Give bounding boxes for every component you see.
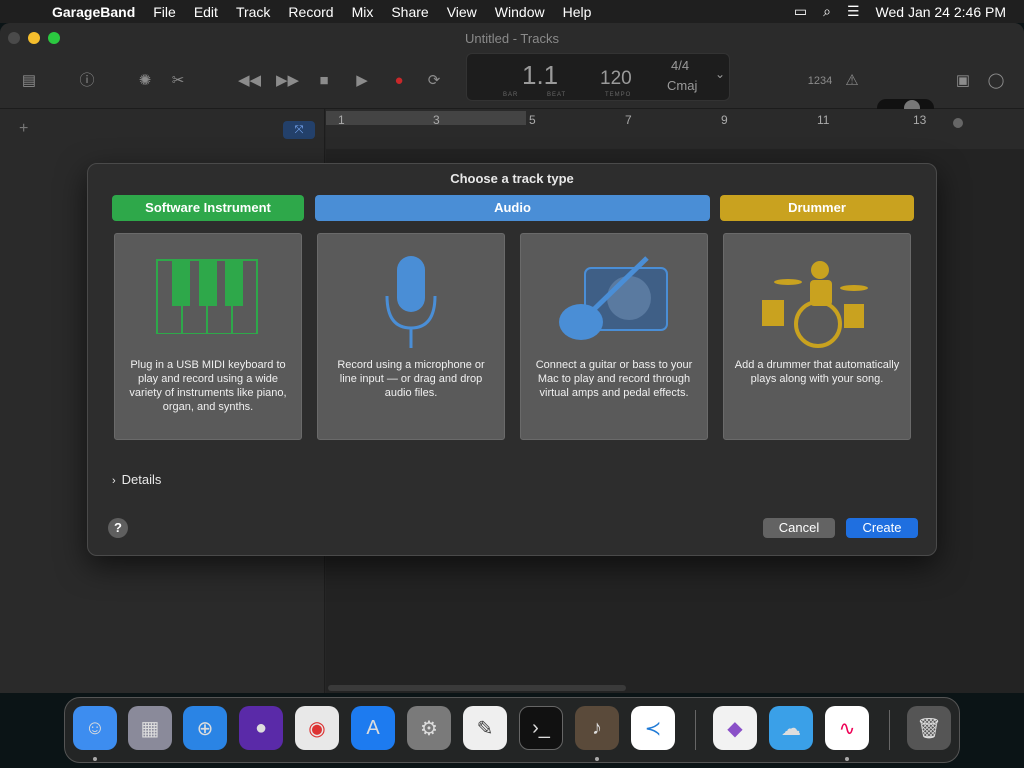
- catch-playhead-icon[interactable]: ⤧: [283, 121, 315, 139]
- smart-controls-icon[interactable]: ✺: [135, 71, 155, 91]
- audio-tab[interactable]: Audio: [315, 195, 710, 221]
- menu-edit[interactable]: Edit: [185, 4, 227, 20]
- menu-help[interactable]: Help: [554, 4, 601, 20]
- finder-icon[interactable]: ☺: [73, 706, 117, 750]
- add-track-icon[interactable]: +: [19, 120, 28, 138]
- timeline-ruler[interactable]: 1 3 5 7 9 11 13: [326, 109, 1024, 149]
- lcd-beat-label: BEAT: [547, 92, 567, 98]
- ruler-mark: 9: [721, 113, 728, 127]
- metronome-icon[interactable]: ⚠: [842, 71, 862, 91]
- safari-icon[interactable]: ⊕: [183, 706, 227, 750]
- chevron-right-icon: ›: [112, 475, 116, 487]
- card-description: Add a drummer that automatically plays a…: [734, 359, 900, 385]
- card-description: Record using a microphone or line input …: [337, 359, 485, 399]
- vscode-icon[interactable]: ≺: [631, 706, 675, 750]
- menu-track[interactable]: Track: [227, 4, 279, 20]
- lcd-display[interactable]: 1.1 BAR BEAT 120 TEMPO 4/4 Cmaj ⌄: [466, 53, 730, 101]
- menu-clock[interactable]: Wed Jan 24 2:46 PM: [876, 4, 1006, 20]
- dialog-title: Choose a track type: [450, 171, 574, 186]
- title-bar: Untitled - Tracks: [0, 23, 1024, 53]
- notepad-icon[interactable]: ▣: [953, 71, 973, 91]
- lcd-chevron-icon[interactable]: ⌄: [715, 67, 725, 81]
- trash-icon[interactable]: 🗑: [907, 706, 951, 750]
- dock-divider: [695, 710, 696, 750]
- software-instrument-card[interactable]: Plug in a USB MIDI keyboard to play and …: [114, 233, 302, 440]
- drummer-icon: [762, 261, 868, 348]
- menu-mix[interactable]: Mix: [343, 4, 383, 20]
- details-disclosure[interactable]: › Details: [112, 472, 161, 487]
- toolbar: ▤ ⓘ ✺ ✂ ◀◀ ▶▶ ■ ▶ ● ⟳ 1.1 BAR BEAT 120 T…: [0, 53, 1024, 117]
- quick-help-icon[interactable]: ⓘ: [77, 71, 97, 91]
- menu-record[interactable]: Record: [279, 4, 342, 20]
- guitar-card[interactable]: Connect a guitar or bass to your Mac to …: [520, 233, 708, 440]
- zoom-slider[interactable]: [953, 118, 963, 128]
- card-description: Connect a guitar or bass to your Mac to …: [535, 359, 693, 399]
- play-icon[interactable]: ▶: [352, 71, 372, 91]
- editors-icon[interactable]: ✂: [168, 71, 188, 91]
- microphone-card[interactable]: Record using a microphone or line input …: [317, 233, 505, 440]
- menu-bar: GarageBand File Edit Track Record Mix Sh…: [0, 0, 1024, 23]
- record-icon[interactable]: ●: [389, 71, 409, 91]
- drummer-tab[interactable]: Drummer: [720, 195, 914, 221]
- firefox-icon[interactable]: ●: [239, 706, 283, 750]
- spotlight-search-icon[interactable]: ⌕: [823, 3, 831, 20]
- cycle-icon[interactable]: ⟳: [424, 71, 444, 91]
- ruler-mark: 1: [338, 113, 345, 127]
- garageband-icon[interactable]: ♪: [575, 706, 619, 750]
- menu-window[interactable]: Window: [486, 4, 554, 20]
- rewind-icon[interactable]: ◀◀: [238, 71, 261, 91]
- details-label: Details: [121, 472, 162, 487]
- create-button[interactable]: Create: [846, 518, 918, 538]
- cancel-button[interactable]: Cancel: [763, 518, 835, 538]
- system-settings-icon[interactable]: ⚙: [407, 706, 451, 750]
- lcd-bar-label: BAR: [503, 92, 519, 98]
- help-button[interactable]: ?: [108, 518, 128, 538]
- count-in-icon[interactable]: 1234: [804, 71, 836, 91]
- software-instrument-tab[interactable]: Software Instrument: [112, 195, 304, 221]
- garageband-window: Untitled - Tracks ▤ ⓘ ✺ ✂ ◀◀ ▶▶ ■ ▶ ● ⟳ …: [0, 23, 1024, 693]
- chrome-icon[interactable]: ◉: [295, 706, 339, 750]
- menu-share[interactable]: Share: [382, 4, 437, 20]
- ruler-mark: 3: [433, 113, 440, 127]
- horizontal-scrollbar[interactable]: [328, 685, 626, 691]
- lcd-tempo-label: TEMPO: [605, 92, 632, 98]
- guitar-icon: [559, 256, 668, 340]
- ruler-mark: 5: [529, 113, 536, 127]
- cycle-region[interactable]: [326, 111, 526, 125]
- lcd-tempo: 120: [600, 68, 632, 89]
- terminal-icon[interactable]: ›_: [519, 706, 563, 750]
- dock-divider: [889, 710, 890, 750]
- drummer-card[interactable]: Add a drummer that automatically plays a…: [723, 233, 911, 440]
- lcd-key: Cmaj: [667, 78, 698, 93]
- app-store-icon[interactable]: A: [351, 706, 395, 750]
- menu-app-name[interactable]: GarageBand: [52, 4, 144, 20]
- loop-browser-icon[interactable]: ◯: [986, 71, 1006, 91]
- menu-file[interactable]: File: [144, 4, 185, 20]
- textedit-icon[interactable]: ✎: [463, 706, 507, 750]
- control-center-icon[interactable]: ☰: [847, 3, 860, 20]
- freeform-icon[interactable]: ∿: [825, 706, 869, 750]
- ruler-mark: 11: [817, 113, 830, 127]
- visual-studio-icon[interactable]: ◆: [713, 706, 757, 750]
- menu-view[interactable]: View: [438, 4, 486, 20]
- card-description: Plug in a USB MIDI keyboard to play and …: [129, 359, 287, 413]
- fast-forward-icon[interactable]: ▶▶: [276, 71, 299, 91]
- keyboard-icon: [156, 259, 258, 334]
- ruler-mark: 13: [913, 113, 927, 127]
- microphone-icon: [385, 256, 437, 348]
- ruler-mark: 7: [625, 113, 632, 127]
- launchpad-icon[interactable]: ▦: [128, 706, 172, 750]
- screen-mirroring-icon[interactable]: ▭: [794, 3, 807, 20]
- weather-icon[interactable]: ☁: [769, 706, 813, 750]
- stop-icon[interactable]: ■: [314, 71, 334, 91]
- dock: ☺ ▦ ⊕ ● ◉ A ⚙ ✎ ›_ ♪ ≺ ◆ ☁ ∿ 🗑: [64, 697, 960, 763]
- lcd-signature: 4/4: [671, 58, 690, 73]
- window-title: Untitled - Tracks: [465, 31, 559, 46]
- track-type-dialog: Choose a track type Software Instrument …: [87, 163, 937, 556]
- lcd-position: 1.1: [522, 60, 559, 90]
- library-icon[interactable]: ▤: [19, 71, 39, 91]
